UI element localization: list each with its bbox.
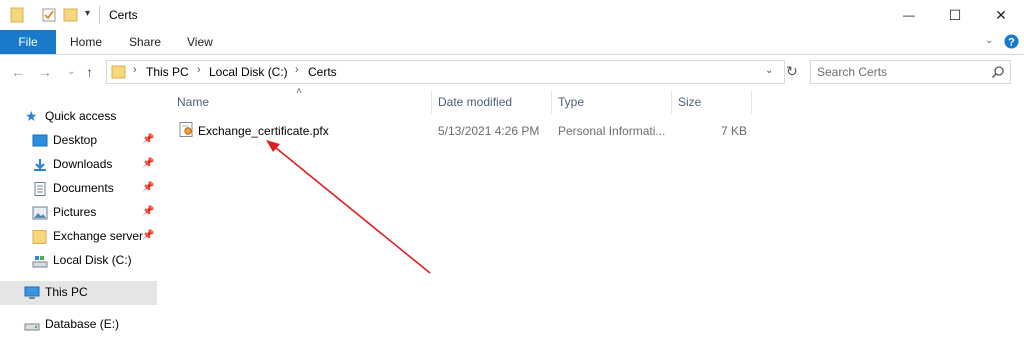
red-arrow-annotation — [266, 140, 431, 274]
